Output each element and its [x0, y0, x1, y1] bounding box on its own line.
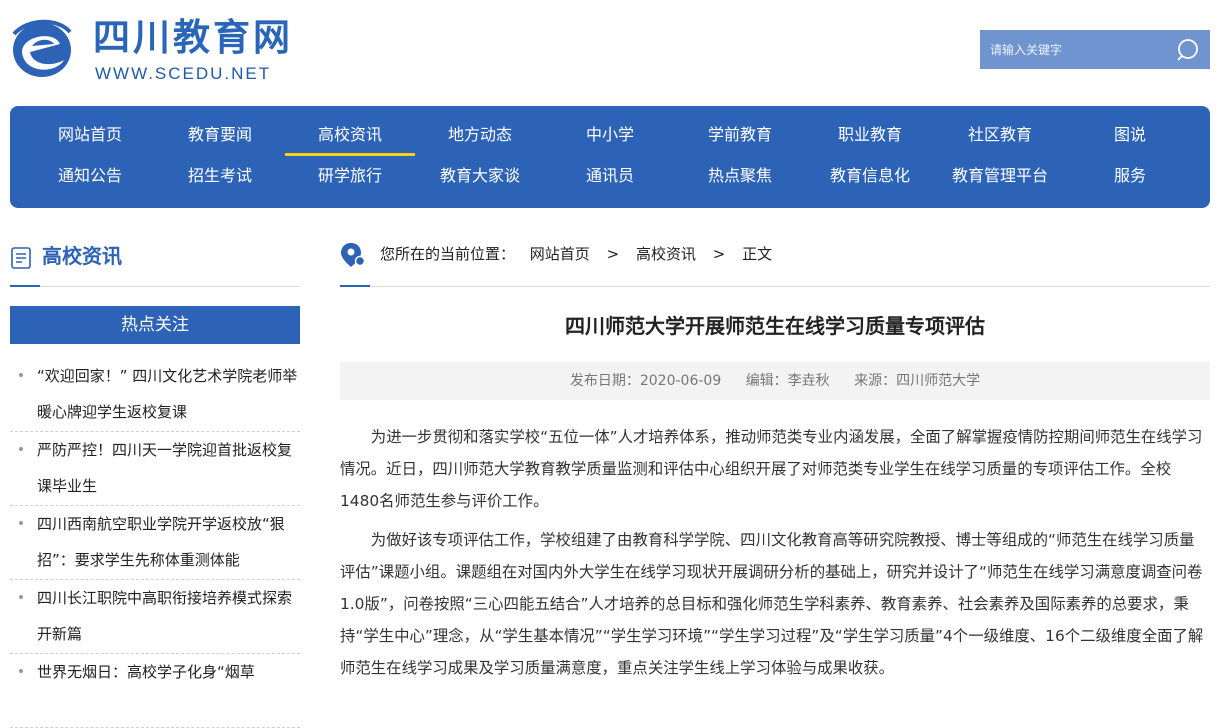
bullet-icon: [19, 669, 23, 673]
sidebar-title: 高校资讯: [42, 244, 122, 268]
nav-item-pictures[interactable]: 图说: [1065, 117, 1195, 153]
nav-item-admissions[interactable]: 招生考试: [155, 158, 285, 194]
hot-topic-link[interactable]: 严防严控！四川天一学院迎首批返校复课毕业生: [37, 432, 300, 504]
hot-topic-link[interactable]: “欢迎回家！” 四川文化艺术学院老师举暖心牌迎学生返校复课: [37, 358, 300, 430]
list-item: “欢迎回家！” 四川文化艺术学院老师举暖心牌迎学生返校复课: [10, 358, 300, 432]
nav-row-1: 网站首页 教育要闻 高校资讯 地方动态 中小学 学前教育 职业教育 社区教育 图…: [25, 117, 1195, 156]
search-box: [980, 30, 1210, 69]
list-item: 严防严控！四川天一学院迎首批返校复课毕业生: [10, 432, 300, 506]
logo-e-icon: [12, 19, 72, 77]
site-title: 四川教育网: [93, 16, 293, 59]
site-url: WWW.SCEDU.NET: [95, 64, 272, 83]
nav-item-k12[interactable]: 中小学: [545, 117, 675, 153]
document-icon: [11, 247, 31, 269]
article-editor: 编辑：李垚秋: [745, 373, 830, 389]
bullet-icon: [19, 447, 23, 451]
bullet-icon: [19, 595, 23, 599]
nav-item-forum[interactable]: 教育大家谈: [415, 158, 545, 194]
nav-item-notices[interactable]: 通知公告: [25, 158, 155, 194]
breadcrumb-home[interactable]: 网站首页: [530, 245, 590, 263]
article-title: 四川师范大学开展师范生在线学习质量专项评估: [565, 314, 985, 338]
breadcrumb-separator: >: [606, 245, 620, 263]
list-item: 四川西南航空职业学院开学返校放“狠招”：要求学生先称体重测体能: [10, 506, 300, 580]
nav-item-news[interactable]: 教育要闻: [155, 117, 285, 153]
list-item: 世界无烟日：高校学子化身“烟草: [10, 654, 300, 728]
publish-date: 发布日期：2020-06-09: [569, 373, 722, 389]
search-input[interactable]: [980, 30, 1176, 69]
nav-row-2: 通知公告 招生考试 研学旅行 教育大家谈 通讯员 热点聚焦 教育信息化 教育管理…: [25, 158, 1195, 194]
nav-item-vocational[interactable]: 职业教育: [805, 117, 935, 153]
breadcrumb: 您所在的当前位置： 网站首页 > 高校资讯 > 正文: [340, 238, 1210, 287]
breadcrumb-separator: >: [712, 245, 726, 263]
nav-item-service[interactable]: 服务: [1065, 158, 1195, 194]
hot-topic-link[interactable]: 四川长江职院中高职衔接培养模式探索开新篇: [37, 580, 300, 652]
sidebar-underline: [10, 285, 40, 287]
breadcrumb-underline: [340, 285, 370, 287]
nav-item-community[interactable]: 社区教育: [935, 117, 1065, 153]
hot-topics-list: “欢迎回家！” 四川文化艺术学院老师举暖心牌迎学生返校复课 严防严控！四川天一学…: [10, 358, 300, 728]
hot-topic-link[interactable]: 四川西南航空职业学院开学返校放“狠招”：要求学生先称体重测体能: [37, 506, 300, 578]
location-pin-icon: [341, 243, 366, 267]
nav-item-study-travel[interactable]: 研学旅行: [285, 158, 415, 194]
article-meta: 发布日期：2020-06-09 编辑：李垚秋 来源：四川师范大学: [340, 362, 1210, 400]
sidebar-header: 高校资讯: [10, 238, 300, 287]
bullet-icon: [19, 373, 23, 377]
breadcrumb-section[interactable]: 高校资讯: [636, 245, 696, 263]
hot-topic-link[interactable]: 世界无烟日：高校学子化身“烟草: [37, 654, 300, 690]
nav-item-local[interactable]: 地方动态: [415, 117, 545, 153]
breadcrumb-current: 正文: [742, 245, 773, 263]
nav-item-correspondent[interactable]: 通讯员: [545, 158, 675, 194]
nav-item-home[interactable]: 网站首页: [25, 117, 155, 153]
hot-topics-header: 热点关注: [10, 306, 300, 344]
nav-item-hot-focus[interactable]: 热点聚焦: [675, 158, 805, 194]
breadcrumb-line: 您所在的当前位置： 网站首页 > 高校资讯 > 正文: [380, 240, 772, 268]
nav-item-preschool[interactable]: 学前教育: [675, 117, 805, 153]
bullet-icon: [19, 521, 23, 525]
article-body: 为进一步贯彻和落实学校“五位一体”人才培养体系，推动师范类专业内涵发展，全面了解…: [340, 421, 1208, 691]
main-nav: 网站首页 教育要闻 高校资讯 地方动态 中小学 学前教育 职业教育 社区教育 图…: [10, 106, 1210, 208]
list-item: 四川长江职院中高职衔接培养模式探索开新篇: [10, 580, 300, 654]
nav-item-university[interactable]: 高校资讯: [285, 117, 415, 156]
article-source: 来源：四川师范大学: [854, 373, 981, 389]
nav-item-informatization[interactable]: 教育信息化: [805, 158, 935, 194]
nav-item-management[interactable]: 教育管理平台: [935, 158, 1065, 194]
search-icon[interactable]: [1176, 38, 1200, 62]
breadcrumb-prefix: 您所在的当前位置：: [380, 245, 516, 263]
article-paragraph: 为做好该专项评估工作，学校组建了由教育科学学院、四川文化教育高等研究院教授、博士…: [340, 531, 1204, 677]
article-paragraph: 为进一步贯彻和落实学校“五位一体”人才培养体系，推动师范类专业内涵发展，全面了解…: [340, 428, 1203, 510]
site-logo[interactable]: 四川教育网 WWW.SCEDU.NET: [10, 14, 310, 84]
